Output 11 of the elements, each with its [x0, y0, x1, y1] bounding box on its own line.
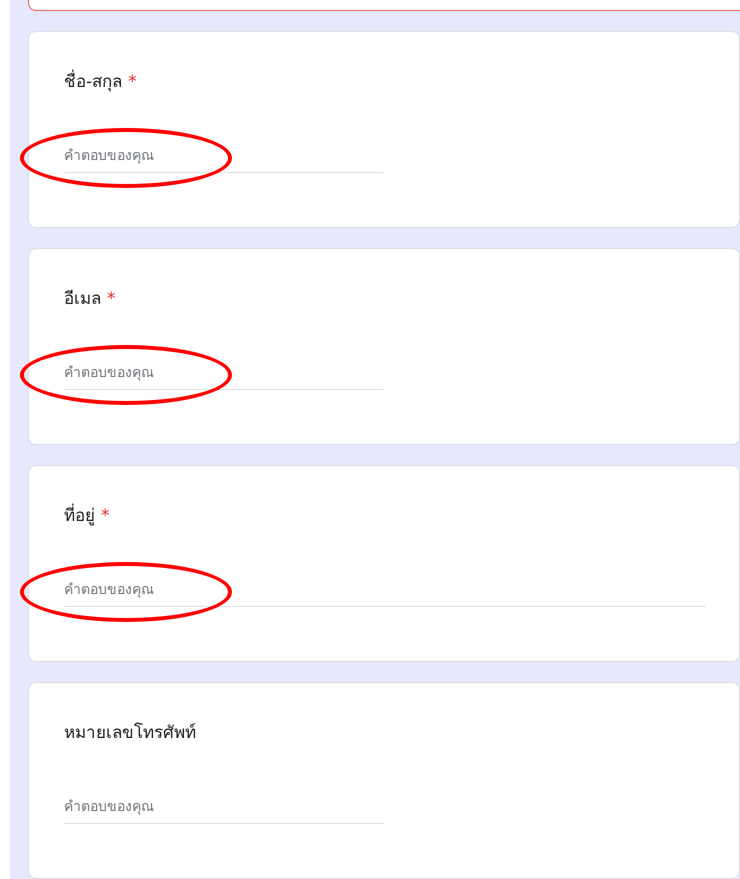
question-title: หมายเลขโทรศัพท์	[64, 722, 196, 745]
answer-field[interactable]: คำตอบของคุณ	[64, 795, 384, 824]
required-asterisk: *	[128, 72, 137, 92]
required-asterisk: *	[101, 506, 110, 526]
required-asterisk: *	[107, 289, 116, 309]
answer-field[interactable]: คำตอบของคุณ	[64, 361, 384, 390]
answer-field[interactable]: คำตอบของคุณ	[64, 144, 384, 173]
question-title: ที่อยู่	[64, 504, 95, 528]
question-title: อีเมล	[64, 288, 101, 311]
question-title: ชื่อ-สกุล	[64, 70, 122, 94]
answer-field[interactable]: คำตอบของคุณ	[64, 578, 706, 607]
